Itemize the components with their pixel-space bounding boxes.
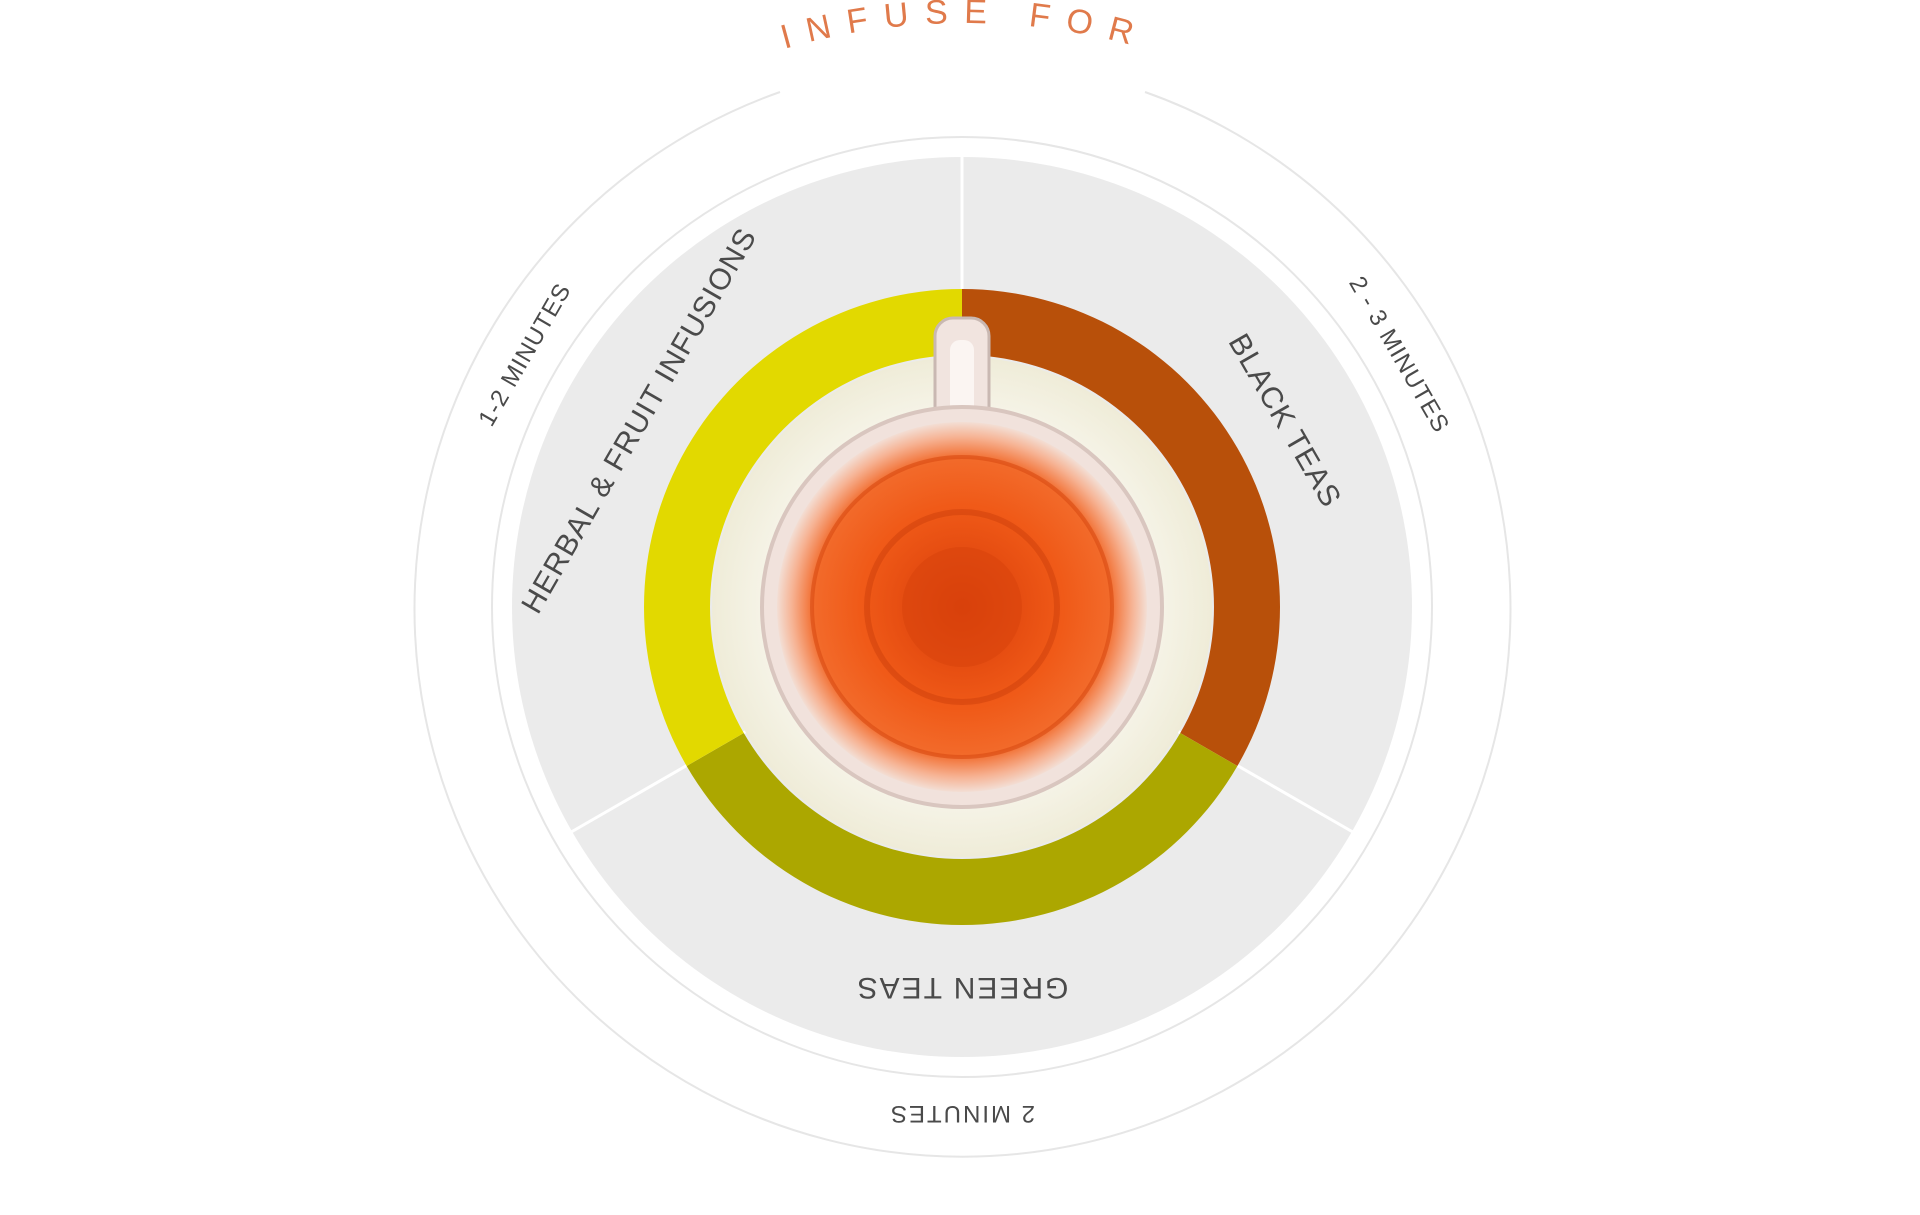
segment-label-green: GREEN TEAS: [856, 971, 1069, 1004]
svg-text:GREEN TEAS: GREEN TEAS: [856, 971, 1069, 1004]
svg-text:2 MINUTES: 2 MINUTES: [889, 1100, 1035, 1127]
infusion-time-wheel: INFUSE FOR HERBAL & FRUIT INFUSIONS 1-2 …: [413, 0, 1512, 1158]
infuse-for-title: INFUSE FOR: [777, 0, 1154, 57]
cup-of-tea-image: [760, 405, 1164, 809]
time-label-green: 2 MINUTES: [889, 1100, 1035, 1127]
